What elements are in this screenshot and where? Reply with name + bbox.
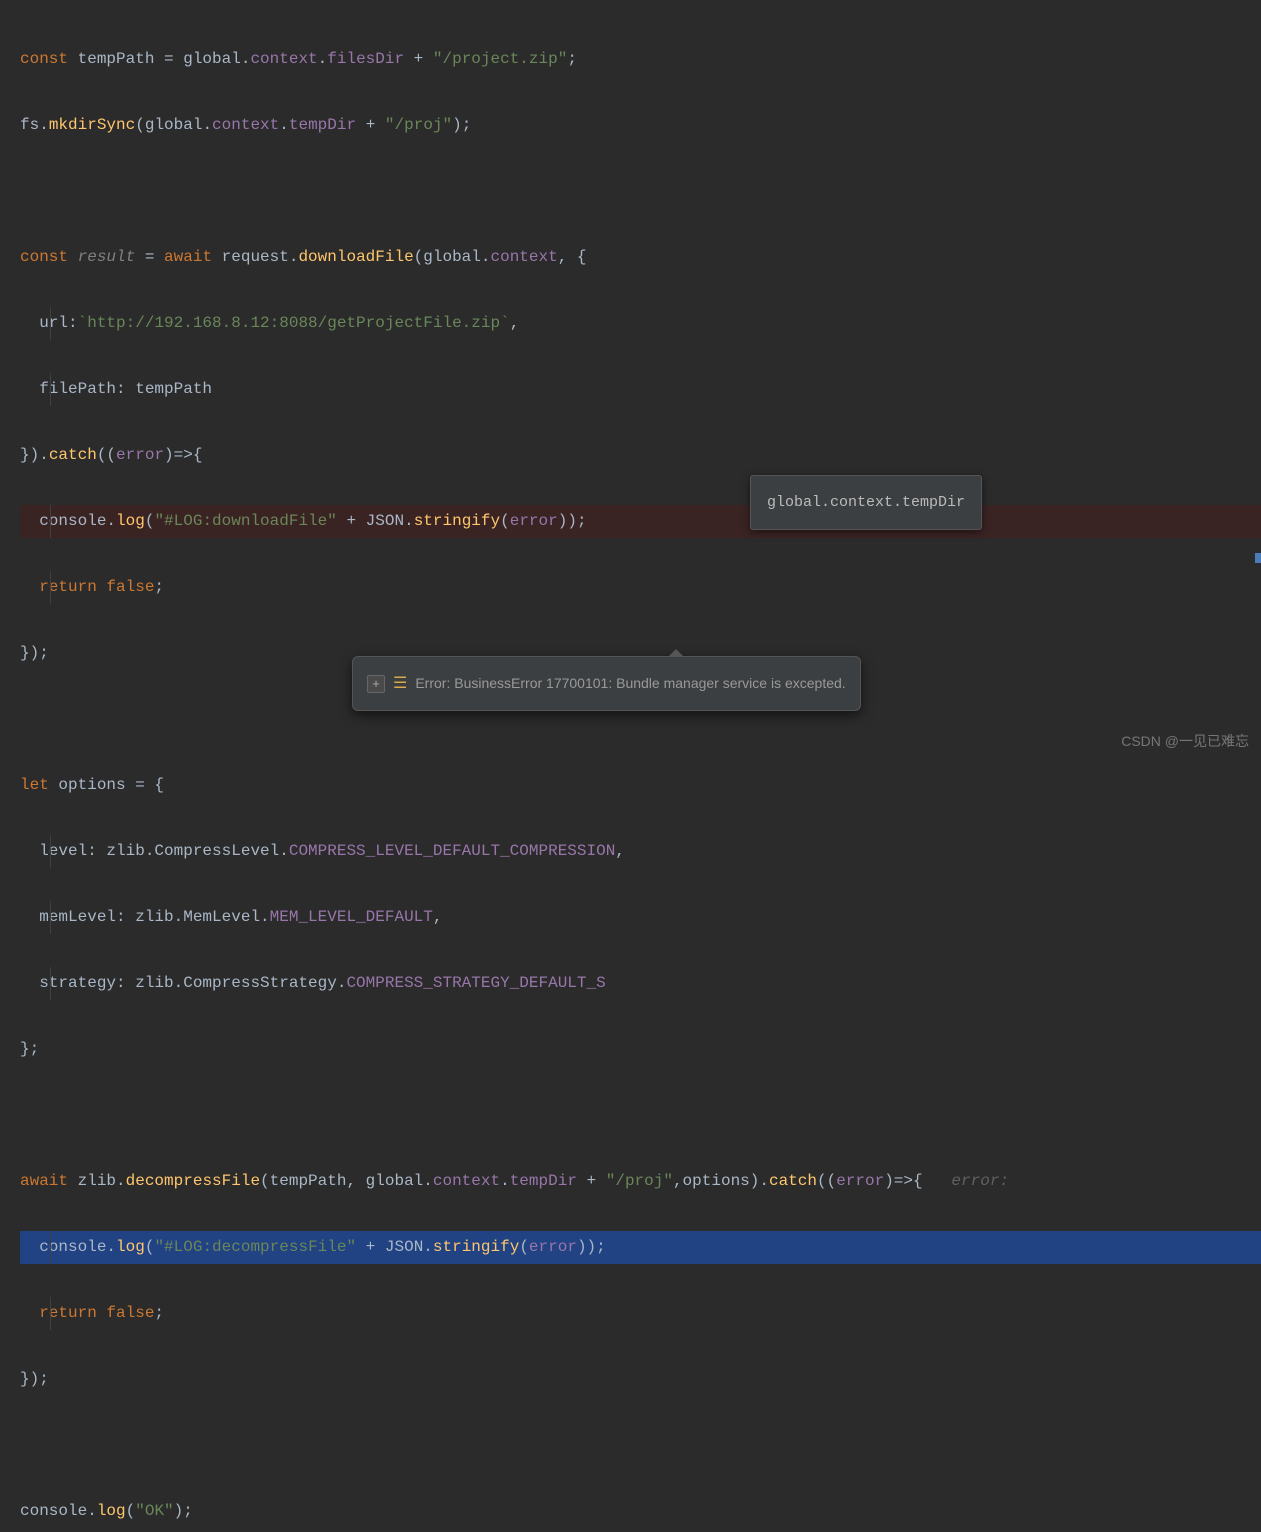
code-line[interactable]: return false; (20, 571, 1261, 604)
code-line[interactable]: url:`http://192.168.8.12:8088/getProject… (20, 307, 1261, 340)
code-line[interactable]: return false; (20, 1297, 1261, 1330)
code-line[interactable]: const result = await request.downloadFil… (20, 241, 1261, 274)
code-line[interactable]: await zlib.decompressFile(tempPath, glob… (20, 1165, 1261, 1198)
error-message: Error: BusinessError 17700101: Bundle ma… (415, 667, 845, 700)
code-line[interactable] (20, 1429, 1261, 1462)
code-line[interactable]: }).catch((error)=>{ (20, 439, 1261, 472)
watermark: CSDN @一见已难忘 (1121, 725, 1249, 758)
code-line[interactable] (20, 1099, 1261, 1132)
code-line-error[interactable]: console.log("#LOG:downloadFile" + JSON.s… (20, 505, 1261, 538)
list-icon[interactable]: ☰ (393, 667, 407, 700)
code-editor[interactable]: const tempPath = global.context.filesDir… (0, 0, 1261, 1532)
code-line[interactable]: fs.mkdirSync(global.context.tempDir + "/… (20, 109, 1261, 142)
code-line[interactable]: filePath: tempPath (20, 373, 1261, 406)
code-line[interactable]: let options = { (20, 769, 1261, 802)
hover-tooltip: global.context.tempDir (750, 475, 982, 530)
code-line[interactable]: }); (20, 1363, 1261, 1396)
code-line[interactable]: console.log("OK"); (20, 1495, 1261, 1528)
code-line[interactable]: }; (20, 1033, 1261, 1066)
code-line[interactable]: const tempPath = global.context.filesDir… (20, 43, 1261, 76)
scrollbar-marker (1255, 553, 1261, 563)
code-line-selected[interactable]: console.log("#LOG:decompressFile" + JSON… (20, 1231, 1261, 1264)
tooltip-text: global.context.tempDir (767, 494, 965, 511)
expand-icon[interactable]: + (367, 675, 385, 693)
code-line[interactable]: memLevel: zlib.MemLevel.MEM_LEVEL_DEFAUL… (20, 901, 1261, 934)
code-line[interactable] (20, 175, 1261, 208)
code-line[interactable]: level: zlib.CompressLevel.COMPRESS_LEVEL… (20, 835, 1261, 868)
code-line[interactable]: strategy: zlib.CompressStrategy.COMPRESS… (20, 967, 1261, 1000)
error-popup[interactable]: + ☰ Error: BusinessError 17700101: Bundl… (352, 656, 861, 711)
